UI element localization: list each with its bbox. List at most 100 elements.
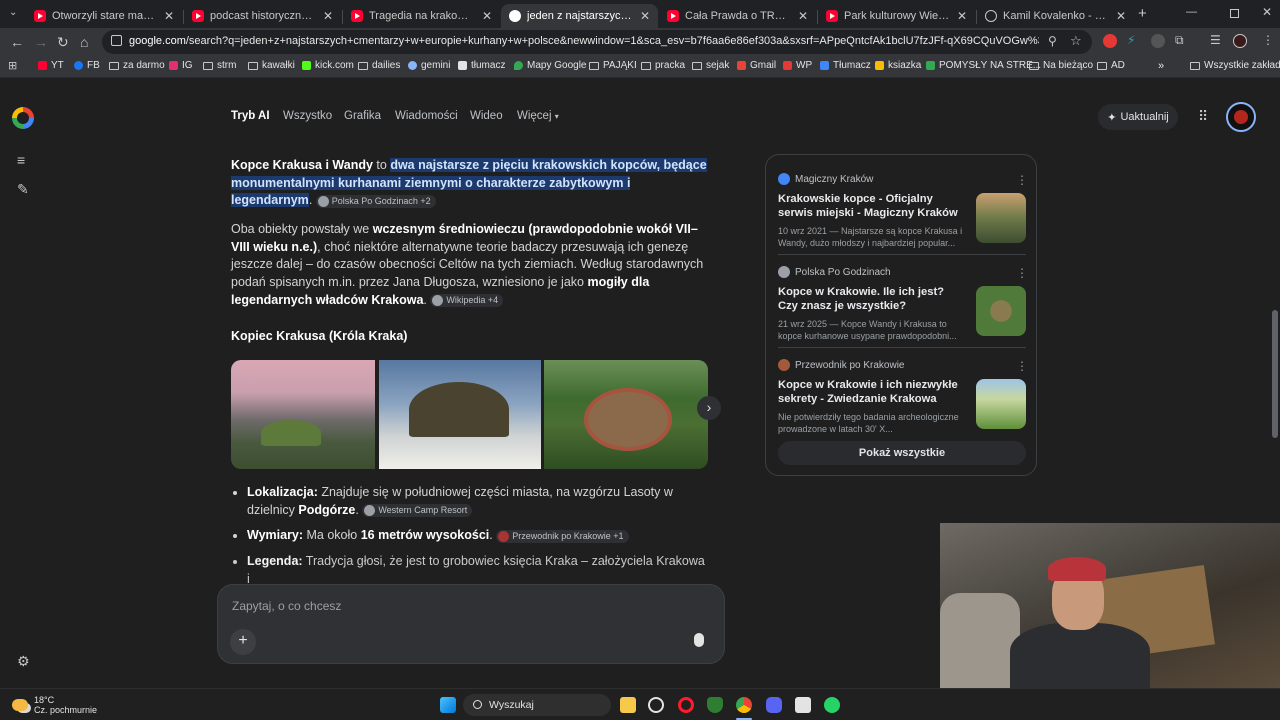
reading-list-icon[interactable]: ☰ [1210,33,1224,47]
more-options-icon[interactable]: ⋮ [1016,266,1028,280]
tab-videos[interactable]: Wideo [470,110,503,122]
source-thumbnail[interactable] [976,379,1026,429]
bookmark-kawalki[interactable]: kawałki [248,60,295,71]
app-icon[interactable] [648,697,664,713]
settings-icon[interactable]: ⚙ [17,653,30,670]
bookmark-ad[interactable]: AD [1097,60,1125,71]
tab[interactable]: Park kulturowy Wietrzychowice ✕ [818,4,975,28]
bookmark-wp[interactable]: WP [783,60,812,71]
restore-button[interactable] [1230,9,1239,18]
tab-images[interactable]: Grafika [344,110,381,122]
account-avatar[interactable] [1226,102,1256,132]
source-chip[interactable]: Western Camp Resort [362,503,473,517]
close-tab-icon[interactable]: ✕ [640,9,650,23]
source-title[interactable]: Krakowskie kopce - Oficjalny serwis miej… [778,193,966,220]
tab[interactable]: Otworzyli stare mauzoleum. W ✕ [26,4,182,28]
taskbar-search[interactable]: Wyszukaj [463,694,611,716]
bookmark-ksiazka[interactable]: ksiazka [875,60,921,71]
record-extension-icon[interactable] [1103,34,1117,48]
tab-all[interactable]: Wszystko [283,110,332,122]
home-button[interactable]: ⌂ [80,34,88,50]
source-chip[interactable]: Przewodnik po Krakowie +1 [496,529,629,543]
extension-icon[interactable] [1151,34,1165,48]
source-chip[interactable]: Wikipedia +4 [430,294,504,308]
close-tab-icon[interactable]: ✕ [164,9,174,23]
bookmark-gmail[interactable]: Gmail [737,60,776,71]
close-tab-icon[interactable]: ✕ [798,9,808,23]
site-info-icon[interactable] [111,35,122,46]
bookmark-pomysly[interactable]: POMYSŁY NA STRE... [926,60,1041,71]
apps-icon[interactable]: ⊞ [8,59,17,72]
source-thumbnail[interactable] [976,286,1026,336]
start-button[interactable] [440,697,456,713]
forward-button[interactable]: → [34,34,48,50]
microphone-icon[interactable] [694,633,704,647]
source-card[interactable]: Polska Po Godzinach ⋮ Kopce w Krakowie. … [778,266,1028,346]
tab[interactable]: Tragedia na krakowskim Podgó ✕ [343,4,500,28]
bookmark-za-darmo[interactable]: za darmo [109,60,165,71]
minimize-button[interactable]: — [1186,6,1197,18]
all-bookmarks[interactable]: Wszystkie zakładki [1190,60,1280,71]
weather-widget[interactable]: 18°C Cz. pochmurnie [12,695,97,715]
bookmark-sejak[interactable]: sejak [692,60,729,71]
profile-icon[interactable] [1233,34,1247,48]
tab-active[interactable]: jeden z najstarszych cmentarzy ✕ [501,4,658,28]
image-thumbnail[interactable] [231,360,375,469]
bookmark-mapy[interactable]: Mapy Google [514,60,586,71]
bookmark-tlumacz2[interactable]: Tłumacz [820,60,871,71]
puzzle-icon[interactable]: ⧉ [1175,33,1189,47]
url-text[interactable]: google.com/search?q=jeden+z+najstarszych… [129,35,1039,47]
menu-icon[interactable]: ⋮ [1262,33,1276,47]
source-title[interactable]: Kopce w Krakowie i ich niezwykłe sekrety… [778,379,966,406]
image-thumbnail[interactable] [379,360,541,469]
bookmark-na-biezaco[interactable]: Na bieżąco [1029,60,1093,71]
bookmark-ig[interactable]: IG [169,60,193,71]
back-button[interactable]: ← [10,34,24,50]
more-options-icon[interactable]: ⋮ [1016,173,1028,187]
bookmark-tlumacz[interactable]: tłumacz [458,60,505,71]
source-title[interactable]: Kopce w Krakowie. Ile ich jest? Czy znas… [778,286,966,313]
zoom-icon[interactable]: ⚲ [1048,34,1057,48]
more-bookmarks-icon[interactable]: » [1158,60,1164,72]
close-tab-icon[interactable]: ✕ [482,9,492,23]
more-options-icon[interactable]: ⋮ [1016,359,1028,373]
bookmark-pracka[interactable]: pracka [641,60,685,71]
address-bar[interactable]: google.com/search?q=jeden+z+najstarszych… [102,30,1092,54]
notepad-icon[interactable] [795,697,811,713]
bookmark-kick[interactable]: kick.com [302,60,354,71]
source-thumbnail[interactable] [976,193,1026,243]
opera-icon[interactable] [678,697,694,713]
tab[interactable]: podcast historyczny polska - Yo ✕ [184,4,341,28]
extension-icon[interactable]: ⚡ [1127,33,1141,47]
ask-input-box[interactable]: Zapytaj, o co chcesz + [217,584,725,664]
google-logo[interactable] [12,107,34,129]
tab-search-icon[interactable]: ⌄ [9,7,17,18]
tab-more[interactable]: Więcej ▾ [517,110,559,122]
bookmark-strm[interactable]: strm [203,60,236,71]
chrome-icon[interactable] [736,697,752,713]
bookmark-gemini[interactable]: gemini [408,60,450,71]
close-tab-icon[interactable]: ✕ [957,9,967,23]
close-tab-icon[interactable]: ✕ [323,9,333,23]
file-explorer-icon[interactable] [620,697,636,713]
next-images-button[interactable]: › [697,396,721,420]
bookmark-pajaki[interactable]: PAJĄKI [589,60,637,71]
source-card[interactable]: Magiczny Kraków ⋮ Krakowskie kopce - Ofi… [778,173,1028,253]
source-card[interactable]: Przewodnik po Krakowie ⋮ Kopce w Krakowi… [778,359,1028,439]
new-chat-icon[interactable]: ✎ [17,181,29,198]
source-chip[interactable]: Polska Po Godzinach +2 [315,194,436,208]
discord-icon[interactable] [766,697,782,713]
ask-input[interactable]: Zapytaj, o co chcesz [232,599,341,613]
tab[interactable]: Kamil Kovalenko - Co być zrob ✕ [977,4,1134,28]
new-tab-button[interactable]: + [1138,5,1147,22]
reload-button[interactable]: ↻ [57,34,69,50]
tab-news[interactable]: Wiadomości [395,110,458,122]
bookmark-fb[interactable]: FB [74,60,100,71]
bookmark-star-icon[interactable]: ☆ [1070,33,1082,49]
vpn-icon[interactable] [707,697,723,713]
bookmark-yt[interactable]: YT [38,60,64,71]
scrollbar-thumb[interactable] [1272,310,1278,438]
tab[interactable]: Cała Prawda o TRZEŹWYM księ ✕ [659,4,816,28]
close-window-button[interactable]: ✕ [1262,5,1272,19]
close-tab-icon[interactable]: ✕ [1116,9,1126,23]
